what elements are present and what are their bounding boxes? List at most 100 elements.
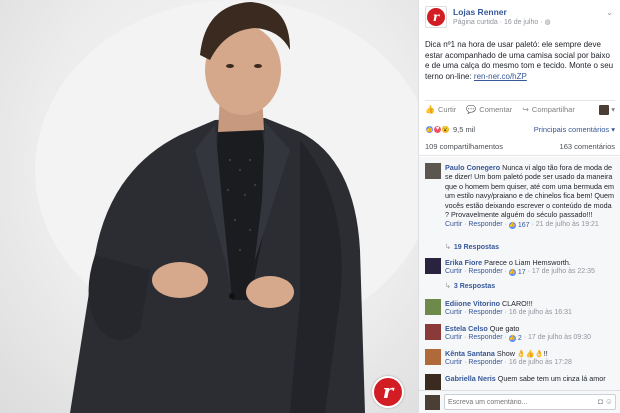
comment-time[interactable]: 16 de julho às 17:28 [509,359,572,366]
comment-likes[interactable]: 👍 167 [508,221,530,230]
comment-like-button[interactable]: Curtir [445,221,462,228]
shares-count[interactable]: 109 compartilhamentos [425,142,503,155]
reply-arrow-icon: ↳ [445,283,451,290]
comment-author[interactable]: Kênta Santana [445,349,495,358]
avatar[interactable] [425,299,441,315]
comment-item: Gabriella Neris Quem sabe tem um cinza l… [425,374,615,390]
comment-time[interactable]: 16 de julho às 16:31 [509,309,572,316]
comment-time[interactable]: 21 de julho às 19:21 [536,221,599,228]
page-name-link[interactable]: Lojas Renner [453,7,507,17]
comment-author[interactable]: Gabriella Neris [445,374,496,383]
comment-meta: Curtir · Responder · 16 de julho às 17:2… [445,359,572,367]
like-icon: 👍 [425,105,435,114]
camera-icon[interactable]: ◘ [598,397,603,406]
globe-icon: ◍ [544,19,551,26]
comment-author[interactable]: Estela Celso [445,324,488,333]
comment-like-button[interactable]: Curtir [445,268,462,275]
comment-body: Ediione Vitorino CLARO!!! Curtir · Respo… [445,299,615,318]
like-icon: 👍 [508,222,516,230]
comments-list: Paulo Conegero Nunca vi algo tão fora de… [419,157,620,390]
comment-reply-button[interactable]: Responder [468,334,502,341]
reactions-count[interactable]: 9,5 mil [453,125,475,134]
reply-arrow-icon: ↳ [445,244,451,251]
comment-reply-button[interactable]: Responder [468,359,502,366]
comment-like-button[interactable]: Curtir [445,334,462,341]
comment-item: Paulo Conegero Nunca vi algo tão fora de… [425,163,615,243]
chevron-down-icon: ▾ [611,105,615,114]
avatar[interactable] [425,324,441,340]
comment-like-button[interactable]: Curtir [445,359,462,366]
comment-body: Erika Fiore Parece o Liam Hemsworth. Cur… [445,258,615,278]
comment-author[interactable]: Paulo Conegero [445,163,500,172]
model-in-suit-illustration [35,0,418,413]
comment-button[interactable]: 💬 Comentar [466,105,512,114]
replies-count: 19 Respostas [453,244,500,251]
replies-link[interactable]: ↳ 3 Respostas [445,282,495,290]
comment-like-button[interactable]: Curtir [445,309,462,316]
post-panel: r Lojas Renner Página curtida · 16 de ju… [418,0,620,413]
brand-logo-badge: r [372,376,404,408]
comment-meta: Curtir · Responder · 👍 2 · 17 de julho às… [445,334,592,343]
replies-link[interactable]: ↳ 19 Respostas [445,243,499,251]
comment-item: Ediione Vitorino CLARO!!! Curtir · Respo… [425,299,615,319]
comment-body: Estela Celso Que gato Curtir · Responder… [445,324,615,344]
comment-text: Show 👌👍👌!! [494,349,548,358]
like-icon: 👍 [508,269,516,277]
comment-label: Comentar [479,105,513,114]
comment-reply-button[interactable]: Responder [468,268,502,275]
post-link[interactable]: ren-ner.co/hZP [474,72,527,81]
post-text: Dica nº1 na hora de usar paletó: ele sem… [425,40,615,82]
comment-meta: Curtir · Responder · 👍 167 · 21 de julho … [445,221,599,230]
avatar [599,104,610,115]
reaction-as-selector[interactable]: ▾ [599,104,615,115]
comment-item: Estela Celso Que gato Curtir · Responder… [425,324,615,344]
comment-item: Erika Fiore Parece o Liam Hemsworth. Cur… [425,258,615,280]
wow-reaction-icon[interactable]: 😮 [441,124,450,134]
like-button[interactable]: 👍 Curtir [425,105,456,114]
reactions-bar: 👍 ♥ 😮 9,5 mil Principais comentários ▾ [425,122,615,136]
comment-meta: Curtir · Responder · 16 de julho às 16:3… [445,309,572,317]
share-button[interactable]: ↪ Compartilhar [522,105,575,114]
comment-icon: 💬 [466,105,477,114]
avatar[interactable] [425,258,441,274]
chevron-down-icon[interactable]: ⌄ [606,8,613,17]
comment-time[interactable]: 17 de julho às 09:30 [528,334,591,341]
smiley-icon[interactable]: ☺ [605,397,613,406]
post-meta-text: Página curtida · 16 de julho · [453,19,545,26]
comment-composer: ◘ ☺ [419,390,620,413]
avatar [425,395,440,410]
post-photo[interactable]: r [0,0,418,413]
avatar[interactable] [425,374,441,390]
comment-author[interactable]: Ediione Vitorino [445,299,500,308]
like-label: Curtir [437,105,457,114]
comment-likes[interactable]: 👍 17 [508,268,526,277]
comment-author[interactable]: Erika Fiore [445,258,482,267]
comment-text: Parece o Liam Hemsworth. [482,258,571,267]
page-avatar[interactable]: r [425,6,447,28]
share-icon: ↪ [522,105,529,114]
comment-reply-button[interactable]: Responder [468,309,502,316]
post-header: r Lojas Renner Página curtida · 16 de ju… [425,6,615,30]
comment-text: Que gato [487,324,520,333]
comments-count[interactable]: 163 comentários [560,142,615,155]
comment-likes-count: 2 [517,335,522,343]
comment-item: Kênta Santana Show 👌👍👌!! Curtir · Respon… [425,349,615,369]
comment-input[interactable] [444,394,616,410]
comment-body: Gabriella Neris Quem sabe tem um cinza l… [445,374,615,383]
engagement-counts: 109 compartilhamentos 163 comentários [419,142,620,156]
comment-sort-dropdown[interactable]: Principais comentários ▾ [534,125,615,134]
comment-reply-button[interactable]: Responder [468,221,502,228]
comment-body: Kênta Santana Show 👌👍👌!! Curtir · Respon… [445,349,615,368]
comment-text: Quem sabe tem um cinza lá amor [495,374,606,383]
comment-meta: Curtir · Responder · 👍 17 · 17 de julho à… [445,268,595,277]
replies-count: 3 Respostas [453,283,496,290]
comment-likes-count: 167 [517,222,530,230]
share-label: Compartilhar [531,105,575,114]
comment-likes[interactable]: 👍 2 [508,334,522,343]
comment-likes-count: 17 [517,269,526,277]
avatar[interactable] [425,163,441,179]
comment-time[interactable]: 17 de julho às 22:35 [532,268,595,275]
avatar[interactable] [425,349,441,365]
comment-text: CLARO!!! [499,299,533,308]
post-meta: Página curtida · 16 de julho · ◍ [453,18,551,26]
